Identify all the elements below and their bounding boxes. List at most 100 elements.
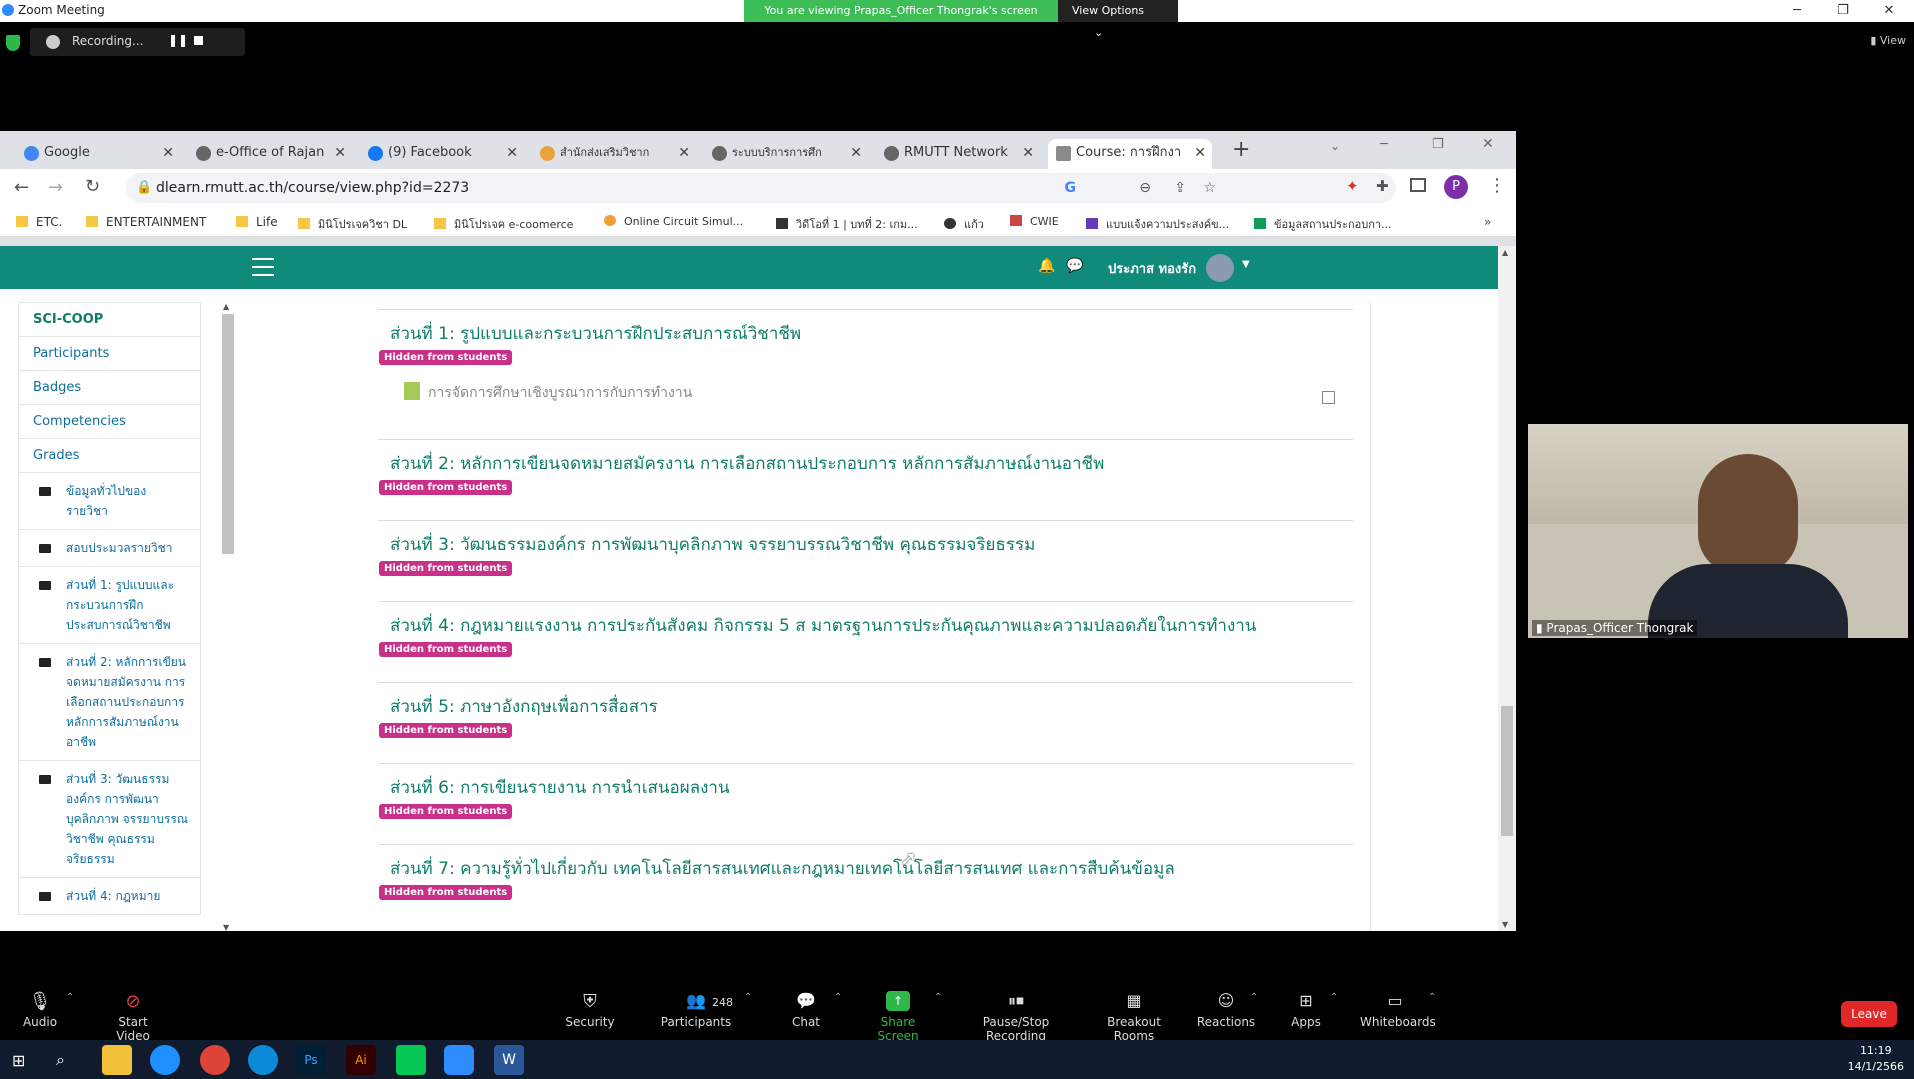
tab-search-icon[interactable]: ⌄ bbox=[1330, 139, 1340, 153]
nav-section-general[interactable]: ข้อมูลทั่วไปของรายวิชา bbox=[18, 473, 201, 530]
pause-stop-recording-button[interactable]: ⏸⏹ Pause/Stop Recording bbox=[956, 978, 1076, 1043]
close-tab-icon[interactable]: ✕ bbox=[162, 139, 174, 167]
nav-course-sci-coop[interactable]: SCI-COOP bbox=[18, 302, 201, 337]
section-title[interactable]: ส่วนที่ 1: รูปแบบและกระบวนการฝึกประสบการ… bbox=[390, 320, 801, 347]
forward-icon[interactable]: → bbox=[48, 177, 63, 198]
hamburger-menu-icon[interactable] bbox=[252, 258, 274, 276]
profile-avatar[interactable]: P bbox=[1444, 175, 1468, 199]
browser-restore-icon[interactable]: ❐ bbox=[1432, 137, 1444, 152]
bookmark-mini-project-dl[interactable]: มินิโปรเจควิชา DL bbox=[298, 215, 407, 233]
nav-grades[interactable]: Grades bbox=[18, 439, 201, 473]
menu-icon[interactable]: ⋮ bbox=[1488, 175, 1506, 196]
search-icon[interactable]: ⌕ bbox=[56, 1050, 65, 1070]
chrome-icon[interactable] bbox=[200, 1045, 230, 1075]
reactions-button[interactable]: ☺ Reactions bbox=[1196, 978, 1256, 1029]
bookmark-star-icon[interactable]: ☆ bbox=[1203, 173, 1216, 203]
share-icon[interactable]: ⇪ bbox=[1174, 173, 1186, 203]
close-tab-icon[interactable]: ✕ bbox=[850, 139, 862, 167]
tab-course[interactable]: Course: การฝึกงา ✕ bbox=[1048, 139, 1212, 169]
audio-caret-icon[interactable]: ⌃ bbox=[66, 992, 74, 1003]
view-options-button[interactable]: View Options ⌄ bbox=[1058, 0, 1178, 39]
bookmark-online-circuit[interactable]: Online Circuit Simul... bbox=[604, 215, 743, 228]
edge-icon[interactable] bbox=[248, 1045, 278, 1075]
more-bookmarks-icon[interactable]: » bbox=[1484, 215, 1491, 229]
reactions-caret-icon[interactable]: ⌃ bbox=[1250, 992, 1258, 1003]
tab-google[interactable]: Google ✕ bbox=[16, 139, 180, 169]
chat-caret-icon[interactable]: ⌃ bbox=[834, 992, 842, 1003]
bookmark-etc[interactable]: ETC. bbox=[16, 215, 62, 229]
nav-scrollbar[interactable]: ▲ ▼ bbox=[220, 302, 236, 931]
nav-participants[interactable]: Participants bbox=[18, 337, 201, 371]
tab-facebook[interactable]: (9) Facebook ✕ bbox=[360, 139, 524, 169]
browser-close-icon[interactable]: ✕ bbox=[1482, 136, 1494, 152]
apps-caret-icon[interactable]: ⌃ bbox=[1330, 992, 1338, 1003]
nav-section-4[interactable]: ส่วนที่ 4: กฎหมาย bbox=[18, 878, 201, 915]
nav-scrollbar-thumb[interactable] bbox=[222, 314, 234, 554]
chat-button[interactable]: 💬 Chat bbox=[786, 978, 826, 1029]
participant-video-tile[interactable]: ▮ Prapas_Officer Thongrak bbox=[1528, 424, 1908, 638]
bookmark-video[interactable]: วิดีโอที่ 1 | บทที่ 2: เกม... bbox=[776, 215, 918, 233]
whiteboards-button[interactable]: ▭ Whiteboards bbox=[1360, 978, 1436, 1029]
activity-link[interactable]: การจัดการศึกษาเชิงบูรณาการกับการทำงาน bbox=[428, 382, 692, 404]
word-icon[interactable]: W bbox=[494, 1045, 524, 1075]
browser-minimize-icon[interactable]: ─ bbox=[1380, 137, 1388, 152]
user-menu-caret-icon[interactable]: ▼ bbox=[1242, 259, 1250, 270]
nav-section-2[interactable]: ส่วนที่ 2: หลักการเขียนจดหมายสมัครงาน กา… bbox=[18, 644, 201, 761]
close-button[interactable]: ✕ bbox=[1866, 0, 1912, 22]
stop-recording-icon[interactable] bbox=[194, 36, 203, 45]
bookmark-company-data[interactable]: ข้อมูลสถานประกอบกา... bbox=[1254, 215, 1392, 233]
section-title[interactable]: ส่วนที่ 4: กฎหมายแรงงาน การประกันสังคม ก… bbox=[390, 612, 1256, 639]
google-translate-icon[interactable]: G bbox=[1065, 173, 1077, 203]
tab-eoffice[interactable]: e-Office of Rajan ✕ bbox=[188, 139, 352, 169]
puzzle-icon[interactable]: ✚ bbox=[1376, 177, 1389, 195]
user-avatar[interactable] bbox=[1206, 254, 1234, 282]
photoshop-icon[interactable]: Ps bbox=[296, 1045, 326, 1075]
section-title[interactable]: ส่วนที่ 6: การเขียนรายงาน การนำเสนอผลงาน bbox=[390, 774, 730, 801]
section-title[interactable]: ส่วนที่ 2: หลักการเขียนจดหมายสมัครงาน กา… bbox=[390, 450, 1104, 477]
extension-icon[interactable]: ✦ bbox=[1346, 177, 1359, 195]
file-explorer-icon[interactable] bbox=[102, 1045, 132, 1075]
section-title[interactable]: ส่วนที่ 5: ภาษาอังกฤษเพื่อการสื่อสาร bbox=[390, 693, 658, 720]
bookmark-kaew[interactable]: แก้ว bbox=[944, 215, 984, 233]
nav-competencies[interactable]: Competencies bbox=[18, 405, 201, 439]
pause-recording-icon[interactable]: ❚❚ bbox=[168, 33, 188, 47]
section-title[interactable]: ส่วนที่ 3: วัฒนธรรมองค์กร การพัฒนาบุคลิก… bbox=[390, 531, 1035, 558]
page-scrollbar-thumb[interactable] bbox=[1501, 706, 1513, 836]
close-tab-icon[interactable]: ✕ bbox=[678, 139, 690, 167]
tab-rmutt-network[interactable]: RMUTT Network ✕ bbox=[876, 139, 1040, 169]
bookmark-form[interactable]: แบบแจ้งความประสงค์ข... bbox=[1086, 215, 1229, 233]
page-scrollbar[interactable]: ▲ ▼ bbox=[1498, 246, 1516, 931]
side-panel-icon[interactable] bbox=[1410, 178, 1426, 192]
leave-button[interactable]: Leave bbox=[1841, 1001, 1897, 1027]
new-tab-icon[interactable]: + bbox=[1232, 137, 1250, 162]
start-video-button[interactable]: ⊘ Start Video bbox=[100, 978, 166, 1043]
share-caret-icon[interactable]: ⌃ bbox=[934, 992, 942, 1003]
tab-education-service[interactable]: ระบบบริการการศึก ✕ bbox=[704, 139, 868, 169]
bookmark-cwie[interactable]: CWIE bbox=[1010, 215, 1059, 228]
close-tab-icon[interactable]: ✕ bbox=[506, 139, 518, 167]
whiteboards-caret-icon[interactable]: ⌃ bbox=[1428, 992, 1436, 1003]
bookmark-entertainment[interactable]: ENTERTAINMENT bbox=[86, 215, 206, 229]
nav-section-3[interactable]: ส่วนที่ 3: วัฒนธรรมองค์กร การพัฒนาบุคลิก… bbox=[18, 761, 201, 878]
breakout-rooms-button[interactable]: ▦ Breakout Rooms bbox=[1088, 978, 1180, 1043]
address-bar[interactable]: 🔒 dlearn.rmutt.ac.th/course/view.php?id=… bbox=[126, 173, 1396, 203]
zoom-taskbar-icon[interactable] bbox=[444, 1045, 474, 1075]
reload-icon[interactable]: ↻ bbox=[85, 176, 100, 197]
zoom-icon[interactable]: ⊖ bbox=[1139, 173, 1151, 203]
close-tab-icon[interactable]: ✕ bbox=[1194, 139, 1206, 167]
user-name[interactable]: ประภาส ทองรัก bbox=[1108, 258, 1196, 279]
completion-checkbox[interactable] bbox=[1322, 391, 1335, 404]
windows-start-icon[interactable]: ⊞ bbox=[12, 1051, 25, 1070]
notification-bell-icon[interactable]: 🔔 bbox=[1038, 258, 1055, 274]
audio-button[interactable]: 🎙 Audio bbox=[18, 978, 62, 1029]
bookmark-life[interactable]: Life bbox=[236, 215, 278, 229]
tab-academic-office[interactable]: สำนักส่งเสริมวิชาก ✕ bbox=[532, 139, 696, 169]
view-button[interactable]: ▮ View bbox=[1870, 34, 1906, 47]
illustrator-icon[interactable]: Ai bbox=[346, 1045, 376, 1075]
security-button[interactable]: ⛨ Security bbox=[564, 978, 616, 1029]
close-tab-icon[interactable]: ✕ bbox=[334, 139, 346, 167]
line-icon[interactable] bbox=[396, 1045, 426, 1075]
internet-explorer-icon[interactable] bbox=[150, 1045, 180, 1075]
share-screen-button[interactable]: ↑ Share Screen bbox=[862, 978, 934, 1043]
maximize-button[interactable]: ❐ bbox=[1820, 0, 1866, 22]
